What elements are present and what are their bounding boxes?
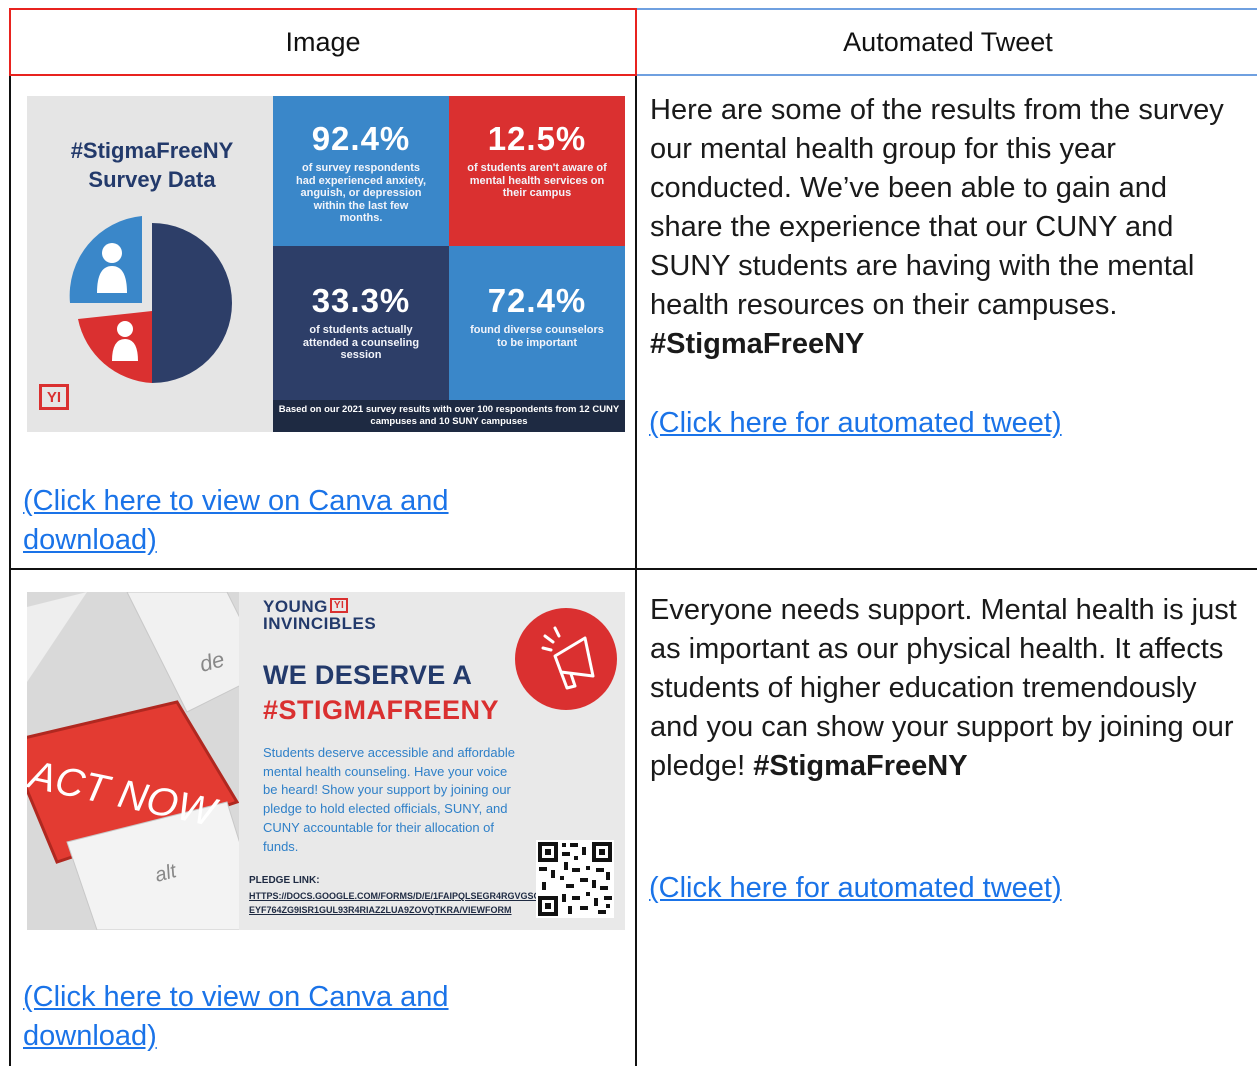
stat-tile: 72.4% found diverse counselors to be imp…	[449, 246, 625, 400]
keyboard-image: de alt ACT NOW	[27, 592, 239, 930]
pledge-label: PLEDGE LINK:	[249, 875, 320, 886]
header-tweet-label: Automated Tweet	[843, 26, 1053, 57]
org-name-line2: INVINCIBLES	[263, 614, 377, 633]
tweet-hashtag: #StigmaFreeNY	[650, 328, 865, 360]
canva-link[interactable]: (Click here to view on Canva and downloa…	[23, 482, 523, 560]
pledge-url: HTTPS://DOCS.GOOGLE.COM/FORMS/D/E/1FAIPQ…	[249, 891, 547, 915]
stat-tile: 12.5% of students aren't aware of mental…	[449, 96, 625, 246]
yi-logo: YI	[329, 598, 349, 613]
graphic-footnote: Based on our 2021 survey results with ov…	[273, 400, 625, 432]
table-row-divider	[9, 568, 1257, 570]
canva-link[interactable]: (Click here to view on Canva and downloa…	[23, 978, 523, 1056]
tweet-hashtag: #StigmaFreeNY	[753, 750, 968, 782]
megaphone-icon	[515, 608, 617, 710]
content-table: Image Automated Tweet #StigmaFreeNY Surv…	[0, 0, 1257, 1066]
stat-text: found diverse counselors to be important	[470, 324, 604, 349]
header-image: Image	[9, 8, 637, 76]
automated-tweet-link[interactable]: (Click here for automated tweet)	[649, 869, 1062, 908]
stat-value: 92.4%	[311, 120, 411, 157]
stat-value: 72.4%	[487, 282, 587, 319]
graphic-body-text: Students deserve accessible and affordab…	[263, 745, 515, 854]
automated-tweet-link[interactable]: (Click here for automated tweet)	[649, 404, 1062, 443]
stat-text: of students aren't aware of mental healt…	[467, 162, 607, 199]
table-border-left	[9, 76, 11, 1066]
stat-text: of survey respondents had experienced an…	[295, 162, 427, 224]
heading-line1: WE DESERVE A	[263, 660, 473, 690]
header-automated-tweet: Automated Tweet	[637, 8, 1257, 76]
stat-value: 12.5%	[487, 120, 587, 157]
qr-code-icon	[536, 840, 614, 918]
org-name: YOUNG YI INVINCIBLES	[263, 598, 376, 632]
yi-logo: YI	[39, 384, 69, 410]
survey-data-graphic: #StigmaFreeNY Survey Data YI 92.4% of su…	[27, 96, 625, 432]
graphic-title: #StigmaFreeNY Survey Data	[70, 138, 234, 192]
heading-line2: #STIGMAFREENY	[263, 695, 500, 725]
stat-value: 33.3%	[311, 282, 411, 319]
stat-tile: 92.4% of survey respondents had experien…	[273, 96, 449, 246]
header-image-label: Image	[285, 26, 361, 57]
stat-text: of students actually attended a counseli…	[302, 324, 420, 361]
act-now-graphic: de alt ACT NOW YOUNG YI INVINCIBLES WE D…	[27, 592, 625, 930]
tweet-text: Here are some of the results from the su…	[650, 91, 1240, 364]
table-column-divider	[635, 76, 637, 1066]
stat-tile: 33.3% of students actually attended a co…	[273, 246, 449, 400]
tweet-text: Everyone needs support. Mental health is…	[650, 591, 1242, 786]
pie-chart-icon	[69, 216, 232, 383]
tweet-body: Here are some of the results from the su…	[650, 94, 1224, 321]
